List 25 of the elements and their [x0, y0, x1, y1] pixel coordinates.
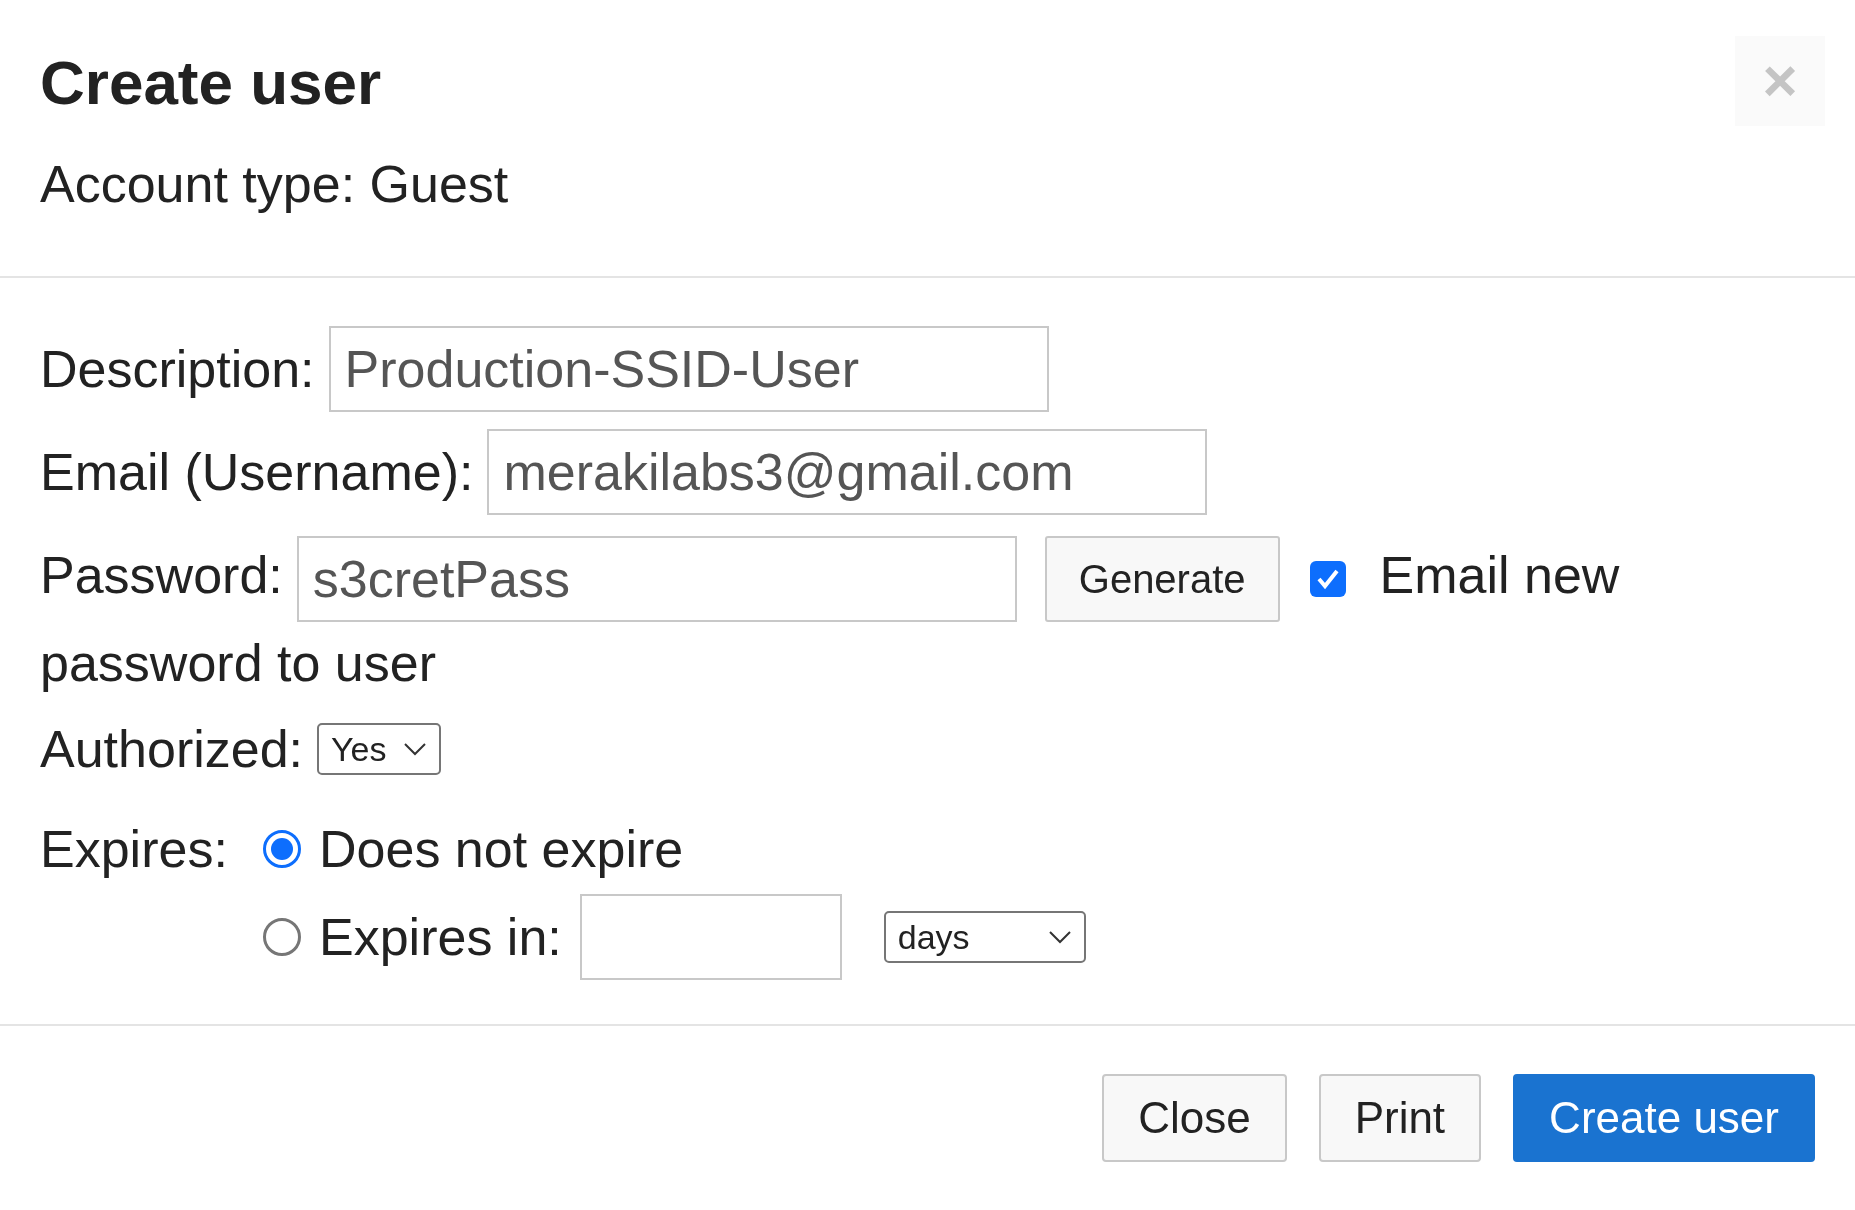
- field-label: Email (Username):: [40, 442, 474, 503]
- generate-button[interactable]: Generate: [1044, 536, 1280, 623]
- radio-label: Does not expire: [319, 819, 684, 881]
- input-field[interactable]: s3cretPass: [296, 536, 1017, 623]
- field-label: Password:: [40, 546, 283, 604]
- checkbox-label: Email new: [1379, 546, 1620, 604]
- input-field[interactable]: [579, 894, 842, 981]
- dialog-title: Create user: [40, 52, 382, 114]
- field-label: Expires:: [40, 819, 229, 881]
- checkbox-label: password to user: [40, 634, 436, 693]
- radio-button[interactable]: [263, 830, 301, 869]
- input-field[interactable]: Production-SSID-User: [328, 326, 1049, 412]
- field-label: Authorized:: [40, 719, 304, 781]
- unit-select[interactable]: days: [883, 911, 1086, 964]
- authorized-select[interactable]: Yes: [317, 723, 441, 776]
- input-field[interactable]: merakilabs3@gmail.com: [487, 429, 1208, 515]
- radio-button[interactable]: [263, 918, 301, 957]
- primary-button[interactable]: Create user: [1513, 1074, 1815, 1163]
- chevron-down-icon: [1047, 930, 1072, 945]
- checkbox[interactable]: [1309, 561, 1346, 598]
- chevron-down-icon: [402, 742, 427, 757]
- secondary-button[interactable]: Close: [1102, 1074, 1287, 1163]
- radio-label: Expires in:: [319, 907, 562, 969]
- secondary-button[interactable]: Print: [1318, 1074, 1482, 1163]
- field-label: Description:: [40, 339, 315, 400]
